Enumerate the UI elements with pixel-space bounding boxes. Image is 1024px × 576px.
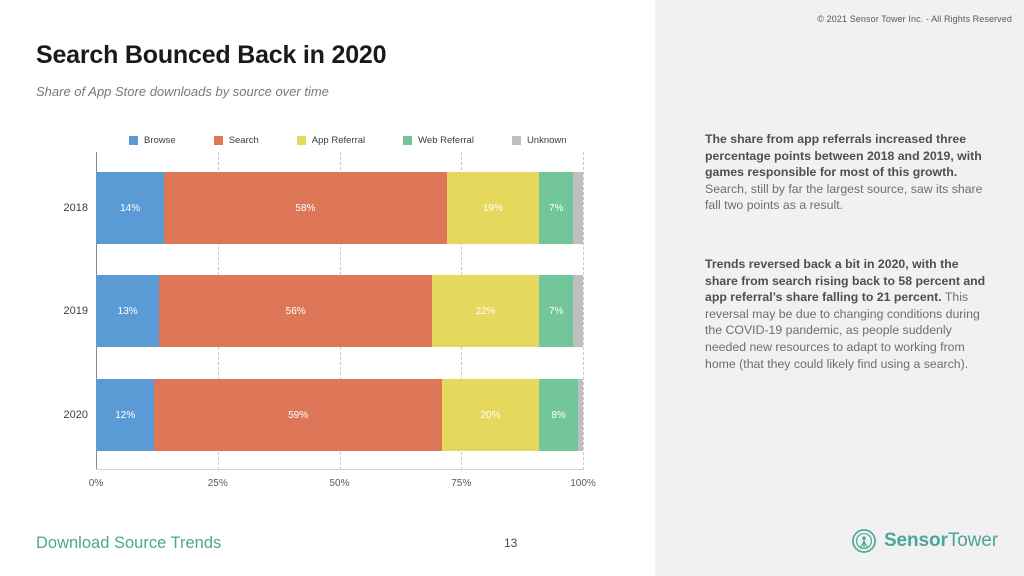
x-axis-tick-label: 100%	[570, 478, 596, 489]
legend-item-app-referral[interactable]: App Referral	[296, 135, 366, 146]
footer-section-label[interactable]: Download Source Trends	[36, 534, 221, 553]
x-axis-tick-label: 50%	[329, 478, 350, 489]
legend-label: Search	[228, 135, 259, 146]
bar-segment-value: 58%	[295, 202, 316, 214]
bar-segment-value: 7%	[548, 202, 564, 214]
copyright-notice: © 2021 Sensor Tower Inc. - All Rights Re…	[817, 14, 1012, 24]
bar-segment-search[interactable]: 56%	[159, 275, 433, 347]
insight-paragraph-1: The share from app referrals increased t…	[705, 131, 991, 214]
sensor-tower-logo-icon	[852, 529, 876, 553]
bar-segment-web-referral[interactable]: 7%	[539, 275, 574, 347]
right-commentary-panel: © 2021 Sensor Tower Inc. - All Rights Re…	[655, 0, 1024, 576]
y-axis-label-2020: 2020	[63, 409, 88, 421]
bar-segment-value: 19%	[482, 202, 503, 214]
brand-wordmark: SensorTower	[884, 530, 998, 552]
bar-segment-value: 59%	[288, 409, 309, 421]
legend-swatch-icon	[129, 136, 138, 145]
brand-word-tower: Tower	[947, 530, 998, 551]
x-axis-tick-label: 75%	[451, 478, 472, 489]
bar-segment-value: 8%	[551, 409, 566, 421]
bar-segment-unknown[interactable]	[573, 172, 583, 244]
bar-segment-value: 56%	[285, 305, 306, 317]
y-axis-label-2018: 2018	[63, 202, 88, 214]
brand-logo: SensorTower	[851, 528, 998, 554]
slide-root: Search Bounced Back in 2020 Share of App…	[0, 0, 1024, 576]
bar-segment-browse[interactable]: 12%	[96, 379, 155, 451]
bar-segment-app-referral[interactable]: 19%	[446, 172, 540, 244]
bar-segment-search[interactable]: 58%	[164, 172, 447, 244]
y-axis-label-2019: 2019	[63, 305, 88, 317]
legend-label: Unknown	[526, 135, 567, 146]
bar-segment-value: 20%	[480, 409, 501, 421]
gridline-100%	[583, 152, 584, 470]
bar-segment-app-referral[interactable]: 20%	[441, 379, 540, 451]
legend-swatch-icon	[296, 136, 306, 145]
chart-legend: Browse Search App Referral Web Referral Unkn…	[129, 135, 605, 146]
x-axis-tick-label: 0%	[88, 478, 104, 489]
legend-swatch-icon	[511, 136, 521, 145]
brand-word-sensor: Sensor	[883, 530, 948, 551]
left-content-panel: Search Bounced Back in 2020 Share of App…	[0, 0, 655, 576]
insight-paragraph-2: Trends reversed back a bit in 2020, with…	[705, 256, 991, 372]
legend-item-search[interactable]: Search	[213, 135, 259, 146]
legend-swatch-icon	[213, 136, 223, 145]
bar-row: 2018 14% 58% 19% 7%	[64, 172, 583, 244]
footer-page-number: 13	[504, 536, 518, 550]
bar-segment-value: 14%	[120, 202, 141, 214]
bar-segment-browse[interactable]: 13%	[96, 275, 160, 347]
bar-segment-value: 13%	[117, 305, 138, 317]
bar-segment-search[interactable]: 59%	[154, 379, 442, 451]
bar-segment-web-referral[interactable]: 7%	[539, 172, 574, 244]
x-axis-tick-label: 25%	[207, 478, 228, 489]
bar-row: 2019 13% 56% 22% 7%	[64, 275, 583, 347]
bar-segment-app-referral[interactable]: 22%	[432, 275, 540, 347]
bar-segment-browse[interactable]: 14%	[96, 172, 165, 244]
insight-1-bold-lead: The share from app referrals increased t…	[705, 132, 982, 180]
legend-swatch-icon	[403, 136, 413, 145]
bar-segment-unknown[interactable]	[573, 275, 583, 347]
bar-segment-value: 7%	[548, 305, 564, 317]
legend-item-browse[interactable]: Browse	[129, 135, 176, 146]
bar-segment-value: 22%	[475, 305, 496, 317]
insight-1-body: Search, still by far the largest source,…	[705, 181, 983, 213]
legend-label: Web Referral	[418, 135, 474, 146]
legend-label: App Referral	[311, 135, 366, 146]
stacked-bar-chart: Browse Search App Referral Web Referral Unkn…	[0, 0, 655, 500]
bar-segment-unknown[interactable]	[578, 379, 583, 451]
legend-label: Browse	[144, 135, 176, 146]
legend-item-unknown[interactable]: Unknown	[511, 135, 567, 146]
chart-plot-area: 2018 14% 58% 19% 7% 2019 13% 56% 22% 7% 2020 12% 59%…	[64, 152, 596, 489]
bar-row: 2020 12% 59% 20% 8%	[64, 379, 583, 451]
bar-segment-value: 12%	[115, 409, 136, 421]
bar-segment-web-referral[interactable]: 8%	[539, 379, 579, 451]
legend-item-web-referral[interactable]: Web Referral	[403, 135, 474, 146]
